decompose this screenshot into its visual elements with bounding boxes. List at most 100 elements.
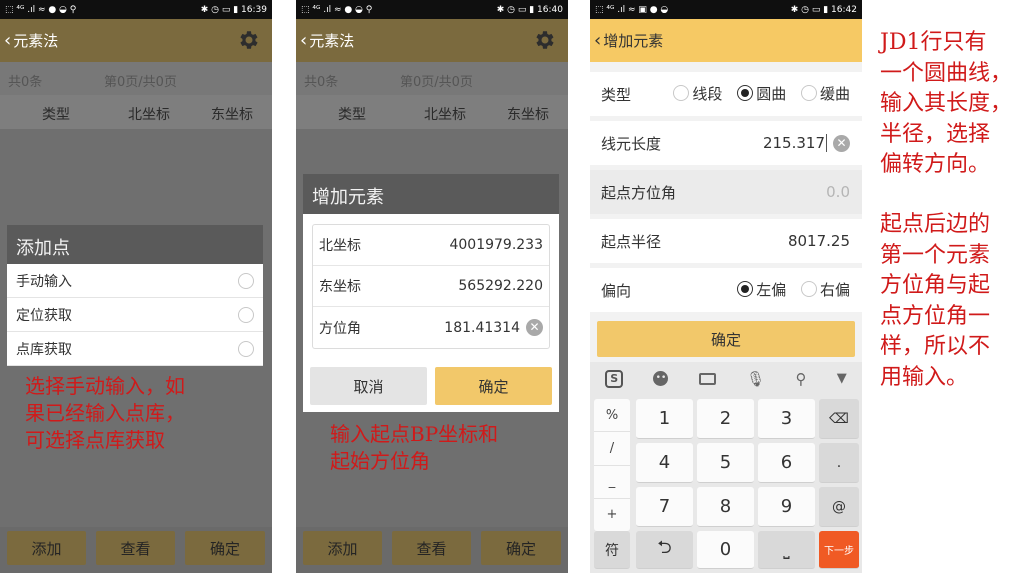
- east-coordinate-input[interactable]: 565292.220: [458, 278, 543, 294]
- option-point-library[interactable]: 点库获取: [7, 332, 263, 366]
- dialog-title: 添加点: [7, 225, 263, 264]
- start-radius-input[interactable]: 8017.25: [788, 232, 850, 250]
- key-9[interactable]: 9: [758, 487, 815, 527]
- table-header: 类型 北坐标 东坐标: [0, 95, 272, 129]
- option-gps[interactable]: 定位获取: [7, 298, 263, 332]
- start-azimuth-input[interactable]: 0.0: [826, 183, 850, 201]
- confirm-button[interactable]: 确定: [185, 531, 265, 565]
- emoji-icon[interactable]: ••: [653, 371, 669, 386]
- status-bar: ⬚ ⁴ᴳ .ıl ≈ ▣ ● ◒ ✱ ◷ ▭ ▮ 16:42: [590, 0, 862, 19]
- add-button[interactable]: 添加: [303, 531, 382, 565]
- azimuth-row[interactable]: 方位角 181.41314 ✕: [313, 307, 549, 348]
- radio-icon[interactable]: [673, 85, 690, 102]
- add-element-dialog: 增加元素 北坐标 4001979.233 东坐标 565292.220 方位角 …: [303, 174, 559, 412]
- direction-row: 偏向 左偏 右偏: [590, 268, 862, 312]
- key-plus[interactable]: +: [594, 499, 630, 531]
- search-icon[interactable]: ⚲: [795, 370, 806, 388]
- add-button[interactable]: 添加: [7, 531, 86, 565]
- radio-icon[interactable]: [238, 340, 254, 357]
- keyboard-toolbar: S •• 🎙 ⚲ ▼: [590, 362, 862, 395]
- sogou-logo-icon[interactable]: S: [605, 369, 624, 388]
- confirm-button[interactable]: 确定: [435, 367, 552, 405]
- collapse-keyboard-icon[interactable]: ▼: [837, 371, 847, 386]
- back-chevron-icon[interactable]: ‹: [4, 30, 11, 51]
- type-option-transition[interactable]: 缓曲: [800, 83, 850, 104]
- status-icons-left: ⬚ ⁴ᴳ .ıl ≈ ▣ ● ◒: [595, 4, 669, 15]
- east-coordinate-row[interactable]: 东坐标 565292.220: [313, 266, 549, 307]
- key-slash[interactable]: /: [594, 432, 630, 466]
- azimuth-input[interactable]: 181.41314: [444, 320, 520, 336]
- radio-icon[interactable]: [238, 306, 254, 323]
- undo-icon[interactable]: ⮌: [636, 531, 693, 569]
- view-button[interactable]: 查看: [392, 531, 471, 565]
- phone-screen-2: ⬚ ⁴ᴳ .ıl ≈ ● ◒ ⚲ ✱ ◷ ▭ ▮ 16:40 ‹ 元素法 共0条…: [296, 0, 568, 573]
- keyboard-icon[interactable]: [698, 372, 716, 385]
- app-bar: ‹ 元素法: [296, 19, 568, 62]
- app-bar: ‹ 元素法: [0, 19, 272, 62]
- radio-icon[interactable]: [800, 85, 817, 102]
- length-label: 线元长度: [601, 134, 662, 153]
- annotation-phone1: 选择手动输入，如 果已经输入点库， 可选择点库获取: [25, 374, 185, 452]
- column-type: 类型: [338, 107, 366, 123]
- key-dot[interactable]: .: [819, 443, 859, 483]
- length-input[interactable]: 215.317: [763, 134, 825, 152]
- field-label: 方位角: [319, 320, 361, 337]
- back-chevron-icon[interactable]: ‹: [300, 30, 307, 51]
- north-coordinate-input[interactable]: 4001979.233: [449, 237, 543, 253]
- dialog-option-list: 手动输入 定位获取 点库获取: [7, 264, 263, 366]
- gear-icon[interactable]: [532, 28, 556, 52]
- space-icon[interactable]: ⎵: [758, 531, 815, 569]
- record-count: 共0条: [8, 75, 43, 90]
- gear-icon[interactable]: [236, 28, 260, 52]
- next-step-button[interactable]: 下一步: [819, 531, 859, 569]
- clear-icon[interactable]: ✕: [526, 319, 543, 336]
- key-1[interactable]: 1: [636, 399, 693, 439]
- pagination-info: 共0条 第0页/共0页: [296, 62, 568, 95]
- confirm-button[interactable]: 确定: [597, 321, 855, 357]
- back-chevron-icon[interactable]: ‹: [594, 30, 601, 51]
- north-coordinate-row[interactable]: 北坐标 4001979.233: [313, 225, 549, 266]
- radio-selected-icon[interactable]: [737, 281, 754, 298]
- key-symbols[interactable]: 符: [594, 531, 630, 569]
- annotation-phone2: 输入起点BP坐标和 起始方位角: [330, 422, 499, 473]
- key-8[interactable]: 8: [697, 487, 754, 527]
- key-0[interactable]: 0: [697, 531, 754, 569]
- start-azimuth-row[interactable]: 起点方位角 0.0: [590, 170, 862, 214]
- status-bar: ⬚ ⁴ᴳ .ıl ≈ ● ◒ ⚲ ✱ ◷ ▭ ▮ 16:39: [0, 0, 272, 19]
- page-indicator: 第0页/共0页: [104, 75, 177, 90]
- microphone-icon[interactable]: 🎙: [746, 370, 765, 388]
- key-underscore[interactable]: _: [594, 466, 630, 499]
- radio-selected-icon[interactable]: [737, 85, 754, 102]
- type-option-circular[interactable]: 圆曲: [737, 83, 786, 104]
- symbol-column: % / _ +: [594, 399, 630, 531]
- view-button[interactable]: 查看: [96, 531, 175, 565]
- radio-icon[interactable]: [238, 272, 254, 289]
- key-5[interactable]: 5: [697, 443, 754, 483]
- radio-icon[interactable]: [800, 281, 817, 298]
- type-option-segment[interactable]: 线段: [673, 83, 722, 104]
- annotation-right-para2: 起点后边的 第一个元素 方位角与起 点方位角一 样，所以不 用输入。: [880, 212, 991, 390]
- confirm-button[interactable]: 确定: [481, 531, 561, 565]
- status-icons-left: ⬚ ⁴ᴳ .ıl ≈ ● ◒ ⚲: [5, 4, 77, 15]
- column-type: 类型: [42, 107, 70, 123]
- field-label: 北坐标: [319, 238, 361, 254]
- page-indicator: 第0页/共0页: [400, 75, 473, 90]
- direction-option-right[interactable]: 右偏: [800, 279, 850, 300]
- backspace-icon[interactable]: ⌫: [819, 399, 859, 439]
- key-2[interactable]: 2: [697, 399, 754, 439]
- type-row: 类型 线段 圆曲 缓曲: [590, 72, 862, 116]
- key-6[interactable]: 6: [758, 443, 815, 483]
- option-manual-input[interactable]: 手动输入: [7, 264, 263, 298]
- start-radius-row[interactable]: 起点半径 8017.25: [590, 219, 862, 263]
- key-percent[interactable]: %: [594, 399, 630, 433]
- add-point-dialog: 添加点 手动输入 定位获取 点库获取: [7, 225, 263, 366]
- key-7[interactable]: 7: [636, 487, 693, 527]
- key-4[interactable]: 4: [636, 443, 693, 483]
- key-3[interactable]: 3: [758, 399, 815, 439]
- key-at[interactable]: @: [819, 487, 859, 527]
- direction-label: 偏向: [601, 281, 632, 300]
- direction-option-left[interactable]: 左偏: [737, 279, 786, 300]
- cancel-button[interactable]: 取消: [310, 367, 427, 405]
- clear-icon[interactable]: ✕: [833, 134, 850, 152]
- length-row[interactable]: 线元长度 215.317 ✕: [590, 121, 862, 165]
